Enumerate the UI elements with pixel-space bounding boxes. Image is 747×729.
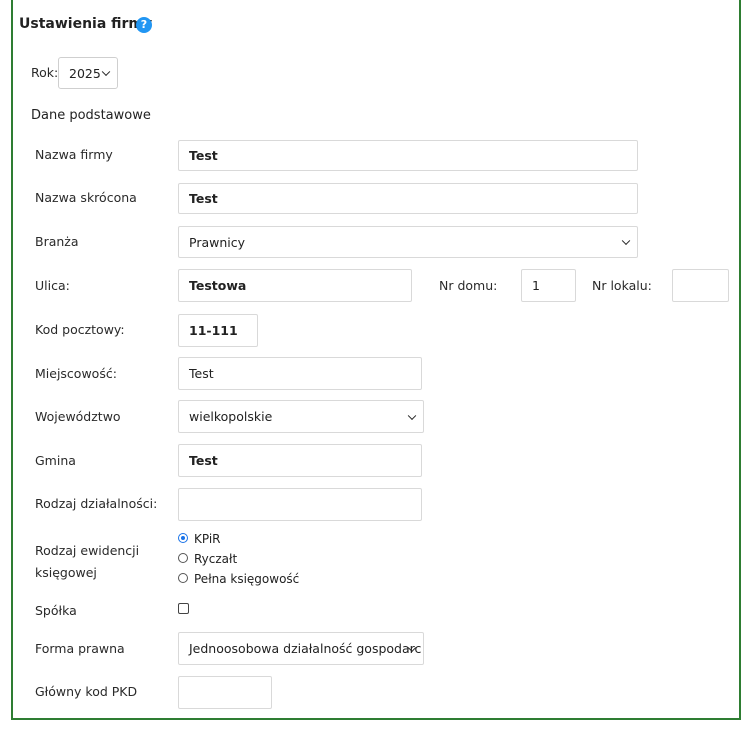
short-name-input[interactable]: Test xyxy=(178,183,638,214)
accounting-type-label-line2: księgowej xyxy=(35,565,97,580)
year-value: 2025 xyxy=(69,65,101,81)
activity-type-input[interactable] xyxy=(178,488,422,521)
year-label: Rok: xyxy=(31,65,59,80)
city-label: Miejscowość: xyxy=(35,366,117,381)
year-select[interactable]: 2025 xyxy=(58,57,118,89)
short-name-label: Nazwa skrócona xyxy=(35,190,137,205)
radio-kpir-label: KPiR xyxy=(194,532,221,546)
radio-kpir[interactable] xyxy=(178,533,188,543)
main-pkd-input[interactable] xyxy=(178,676,272,709)
partnership-checkbox[interactable] xyxy=(178,603,189,614)
accounting-type-label-line1: Rodzaj ewidencji xyxy=(35,543,140,558)
voivodeship-label: Województwo xyxy=(35,409,121,424)
radio-ryczalt-circle[interactable] xyxy=(178,553,188,563)
radio-ryczalt-label: Ryczałt xyxy=(194,552,238,566)
legal-form-select[interactable]: Jednoosobowa działalność gospodarc xyxy=(178,632,424,665)
street-label: Ulica: xyxy=(35,278,70,293)
legal-form-value: Jednoosobowa działalność gospodarc xyxy=(189,641,422,656)
postal-code-input[interactable]: 11-111 xyxy=(178,314,258,347)
postal-code-value: 11-111 xyxy=(189,323,238,338)
company-name-value: Test xyxy=(189,148,218,163)
company-name-input[interactable]: Test xyxy=(178,140,638,171)
city-input[interactable]: Test xyxy=(178,357,422,390)
house-number-label: Nr domu: xyxy=(439,278,498,293)
house-number-value: 1 xyxy=(532,278,540,293)
help-icon[interactable]: ? xyxy=(136,17,152,33)
radio-full-accounting-label: Pełna księgowość xyxy=(194,572,300,586)
company-name-label: Nazwa firmy xyxy=(35,147,113,162)
section-title: Dane podstawowe xyxy=(31,108,151,123)
flat-number-label: Nr lokalu: xyxy=(592,278,652,293)
radio-full-accounting[interactable] xyxy=(178,573,188,583)
house-number-input[interactable]: 1 xyxy=(521,269,576,302)
commune-label: Gmina xyxy=(35,453,76,468)
industry-value: Prawnicy xyxy=(189,234,246,250)
commune-value: Test xyxy=(189,453,218,468)
page-title: Ustawienia firmy xyxy=(19,16,153,32)
radio-ryczalt[interactable] xyxy=(178,553,188,563)
radio-kpir-circle[interactable] xyxy=(178,533,188,543)
industry-label: Branża xyxy=(35,234,79,249)
postal-code-label: Kod pocztowy: xyxy=(35,322,125,337)
street-value: Testowa xyxy=(189,278,247,293)
voivodeship-select[interactable]: wielkopolskie xyxy=(178,400,424,433)
partnership-label: Spółka xyxy=(35,603,77,618)
main-pkd-label: Główny kod PKD xyxy=(35,684,138,699)
commune-input[interactable]: Test xyxy=(178,444,422,477)
activity-type-label: Rodzaj działalności: xyxy=(35,496,158,511)
legal-form-label: Forma prawna xyxy=(35,641,125,656)
short-name-value: Test xyxy=(189,191,218,206)
industry-select[interactable]: Prawnicy xyxy=(178,226,638,258)
flat-number-input[interactable] xyxy=(672,269,729,302)
radio-full-accounting-circle[interactable] xyxy=(178,573,188,583)
city-value: Test xyxy=(189,366,214,381)
street-input[interactable]: Testowa xyxy=(178,269,412,302)
voivodeship-value: wielkopolskie xyxy=(189,409,273,424)
